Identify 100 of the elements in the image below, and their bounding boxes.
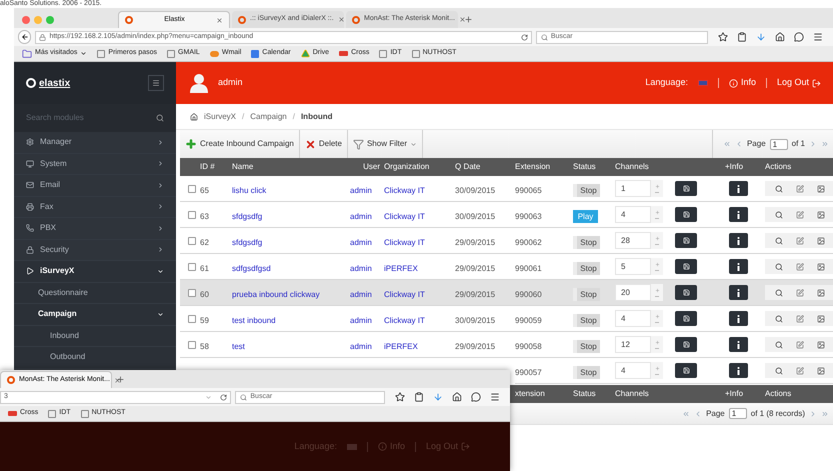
- sidebar-item[interactable]: System: [14, 154, 176, 175]
- user-link[interactable]: admin: [350, 264, 372, 272]
- image-icon[interactable]: [817, 236, 825, 244]
- column-header[interactable]: xtension: [515, 389, 545, 398]
- column-header[interactable]: User: [363, 162, 380, 171]
- menu-toggle-button[interactable]: [148, 75, 164, 91]
- save-button[interactable]: [675, 181, 697, 196]
- column-header[interactable]: Q Date: [455, 162, 480, 171]
- organization-link[interactable]: iPERFEX: [384, 264, 418, 272]
- sidebar-item[interactable]: Inbound: [14, 326, 176, 347]
- home-icon[interactable]: [190, 112, 198, 120]
- close-icon[interactable]: [338, 16, 345, 23]
- search-icon[interactable]: [775, 314, 783, 322]
- image-icon[interactable]: [817, 262, 825, 270]
- save-button[interactable]: [675, 337, 697, 352]
- page-field[interactable]: 1: [770, 138, 788, 150]
- campaign-name-link[interactable]: test inbound: [232, 316, 276, 324]
- campaign-name-link[interactable]: sfdgsdfg: [232, 238, 262, 246]
- channels-field[interactable]: 20: [615, 284, 651, 301]
- reload-icon[interactable]: [220, 394, 228, 400]
- campaign-name-link[interactable]: sdfgsdfgsd: [232, 264, 271, 272]
- organization-link[interactable]: iPERFEX: [384, 342, 418, 350]
- info-button[interactable]: [729, 233, 748, 248]
- clipboard-icon[interactable]: [737, 32, 747, 42]
- download-icon[interactable]: [756, 32, 766, 42]
- chat-icon[interactable]: [471, 392, 481, 402]
- edit-icon[interactable]: [796, 262, 804, 270]
- user-link[interactable]: admin: [350, 290, 372, 298]
- save-button[interactable]: [675, 259, 697, 274]
- save-button[interactable]: [675, 233, 697, 248]
- bookmark-star-icon[interactable]: [395, 392, 405, 402]
- logout-link[interactable]: Log Out: [776, 76, 809, 90]
- edit-icon[interactable]: [796, 236, 804, 244]
- user-link[interactable]: admin: [350, 238, 372, 246]
- save-button[interactable]: [675, 311, 697, 326]
- image-icon[interactable]: [817, 340, 825, 348]
- status-toggle[interactable]: Stop: [573, 340, 600, 352]
- search-icon[interactable]: [775, 288, 783, 296]
- home-icon[interactable]: [775, 32, 785, 42]
- organization-link[interactable]: Clickway IT: [384, 186, 425, 194]
- channels-field[interactable]: 5: [615, 258, 651, 275]
- sidebar-item[interactable]: Security: [14, 240, 176, 261]
- chat-icon[interactable]: [794, 32, 804, 42]
- info-button[interactable]: [729, 337, 748, 352]
- back-button[interactable]: [18, 30, 32, 44]
- organization-link[interactable]: Clickway IT: [384, 238, 425, 246]
- channels-field[interactable]: 4: [615, 206, 651, 223]
- column-header[interactable]: ID #: [200, 162, 215, 171]
- info-button[interactable]: [729, 285, 748, 300]
- column-header[interactable]: Actions: [765, 162, 792, 171]
- info-button[interactable]: [729, 207, 748, 222]
- sidebar-item[interactable]: Questionnaire: [14, 282, 176, 304]
- save-button[interactable]: [675, 285, 697, 300]
- column-header[interactable]: Organization: [384, 162, 430, 171]
- image-icon[interactable]: [817, 366, 825, 374]
- row-checkbox[interactable]: [188, 184, 196, 192]
- edit-icon[interactable]: [796, 366, 804, 374]
- status-toggle[interactable]: Stop: [573, 288, 600, 300]
- channels-field[interactable]: 4: [615, 362, 651, 379]
- image-icon[interactable]: [817, 314, 825, 322]
- status-toggle[interactable]: Stop: [573, 262, 600, 274]
- clipboard-icon[interactable]: [414, 392, 424, 402]
- user-link[interactable]: admin: [350, 342, 372, 350]
- sidebar-item[interactable]: PBX: [14, 218, 176, 240]
- row-checkbox[interactable]: [188, 236, 196, 244]
- info-button[interactable]: [729, 311, 748, 326]
- channels-field[interactable]: 12: [615, 336, 651, 353]
- status-toggle[interactable]: Stop: [573, 236, 600, 248]
- channels-field[interactable]: 28: [615, 232, 651, 249]
- search-icon[interactable]: [775, 262, 783, 270]
- download-icon[interactable]: [433, 392, 443, 402]
- new-tab-icon[interactable]: [116, 375, 125, 384]
- campaign-name-link[interactable]: prueba inbound clickway: [232, 290, 320, 298]
- table-row[interactable]: 60 prueba inbound clickway admin Clickway IT 29/09/2015 990060 Stop 20: [180, 280, 833, 306]
- close-icon[interactable]: [458, 16, 466, 23]
- organization-link[interactable]: Clickway IT: [384, 212, 425, 220]
- organization-link[interactable]: Clickway IT: [384, 290, 425, 298]
- row-checkbox[interactable]: [188, 340, 196, 348]
- organization-link[interactable]: Clickway IT: [384, 316, 425, 324]
- column-header[interactable]: +Info: [725, 389, 744, 398]
- status-toggle[interactable]: Stop: [573, 366, 600, 378]
- sidebar-item[interactable]: Manager: [14, 132, 176, 154]
- edit-icon[interactable]: [796, 288, 804, 296]
- image-icon[interactable]: [817, 184, 825, 192]
- column-header[interactable]: Status: [573, 389, 596, 398]
- user-link[interactable]: admin: [350, 212, 372, 220]
- row-checkbox[interactable]: [188, 314, 196, 322]
- column-header[interactable]: Actions: [765, 389, 792, 398]
- search-icon[interactable]: [775, 366, 783, 374]
- reload-icon[interactable]: [520, 34, 528, 40]
- user-link[interactable]: admin: [350, 316, 372, 324]
- column-header[interactable]: Extension: [515, 162, 550, 171]
- menu-icon[interactable]: [813, 32, 823, 42]
- search-icon[interactable]: [775, 210, 783, 218]
- row-checkbox[interactable]: [188, 288, 196, 296]
- search-icon[interactable]: [775, 340, 783, 348]
- edit-icon[interactable]: [796, 340, 804, 348]
- sidebar-item[interactable]: Email: [14, 175, 176, 196]
- edit-icon[interactable]: [796, 210, 804, 218]
- edit-icon[interactable]: [796, 314, 804, 322]
